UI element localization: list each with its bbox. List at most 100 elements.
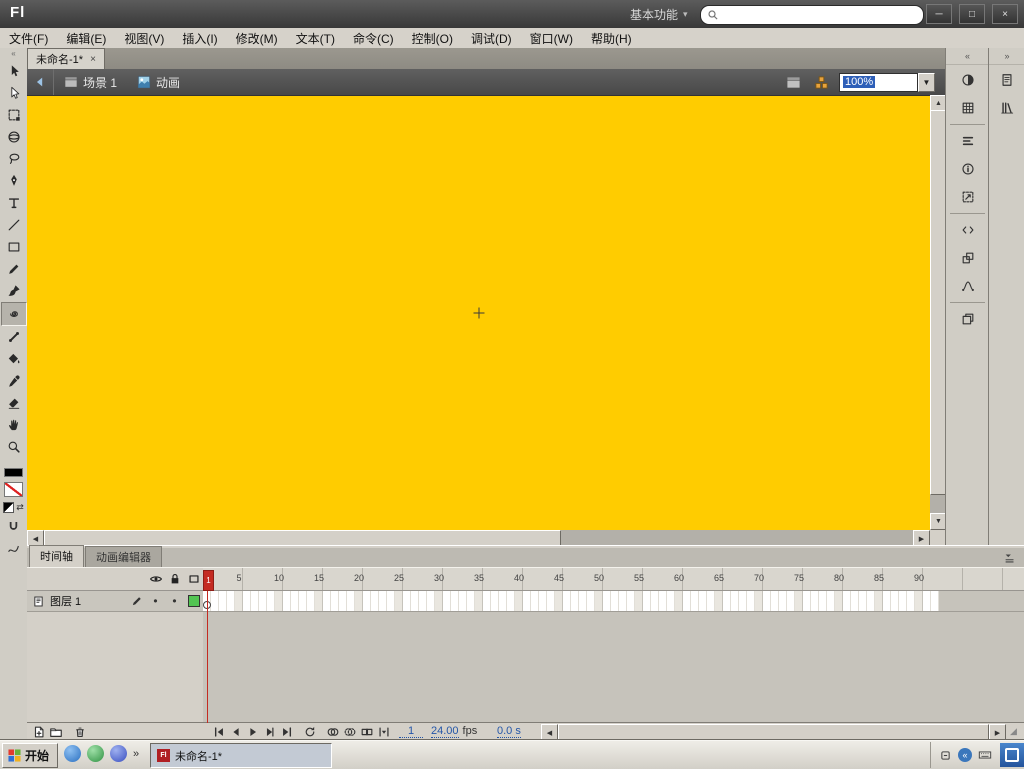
modify-markers-button[interactable] (376, 724, 392, 739)
frame-cell[interactable] (219, 591, 227, 611)
frame-cell[interactable] (739, 591, 747, 611)
frame-cell[interactable] (523, 591, 531, 611)
search-input[interactable] (723, 7, 917, 23)
document-tab[interactable]: 未命名-1* × (27, 48, 105, 69)
frame-cell[interactable] (707, 591, 715, 611)
frame-cell[interactable] (267, 591, 275, 611)
frame-cell[interactable] (931, 591, 939, 611)
frame-cell[interactable] (411, 591, 419, 611)
expand-dock-icon[interactable]: » (989, 48, 1024, 65)
snap-to-objects-button[interactable] (4, 518, 24, 535)
motion-presets-panel-icon[interactable] (954, 273, 982, 299)
frame-cell[interactable] (291, 591, 299, 611)
eye-icon[interactable] (146, 568, 165, 590)
frame-cell[interactable] (299, 591, 307, 611)
current-frame-value[interactable]: 1 (399, 725, 423, 738)
frame-cell[interactable] (715, 591, 723, 611)
frame-cell[interactable] (227, 591, 235, 611)
lasso-tool[interactable] (2, 148, 26, 170)
menu-item[interactable]: 控制(O) (403, 28, 462, 49)
menu-item[interactable]: 命令(C) (344, 28, 403, 49)
stroke-color-swatch[interactable] (4, 468, 23, 477)
frame-cell[interactable] (819, 591, 827, 611)
menu-item[interactable]: 视图(V) (115, 28, 173, 49)
frame-cell[interactable] (515, 591, 523, 611)
frame-cell[interactable] (659, 591, 667, 611)
tray-app-icon[interactable] (937, 747, 953, 763)
breadcrumb-scene[interactable]: 场景 1 (54, 74, 127, 91)
frame-cell[interactable] (787, 591, 795, 611)
menu-item[interactable]: 修改(M) (227, 28, 287, 49)
frame-cell[interactable] (475, 591, 483, 611)
frame-cell[interactable] (835, 591, 843, 611)
color-panel-icon[interactable] (954, 67, 982, 93)
frame-cell[interactable] (539, 591, 547, 611)
start-button[interactable]: 开始 (2, 743, 59, 768)
pen-tool[interactable] (2, 170, 26, 192)
frame-cell[interactable] (651, 591, 659, 611)
frame-cell[interactable] (251, 591, 259, 611)
scroll-left-icon[interactable]: ◀ (541, 724, 558, 741)
language-bar-icon[interactable] (1000, 743, 1024, 767)
frame-cell[interactable] (307, 591, 315, 611)
onion-skin-button[interactable] (325, 724, 341, 739)
minimize-button[interactable]: ─ (926, 4, 952, 24)
frame-cell[interactable] (595, 591, 603, 611)
frame-cell[interactable] (683, 591, 691, 611)
layer-name[interactable]: 图层 1 (45, 593, 127, 609)
frame-cell[interactable] (763, 591, 771, 611)
stage-vertical-scrollbar[interactable]: ▲ ▼ (930, 95, 947, 530)
transform-panel-icon[interactable] (954, 184, 982, 210)
close-tab-icon[interactable]: × (90, 54, 96, 65)
frame-cell[interactable] (611, 591, 619, 611)
menu-item[interactable]: 插入(I) (173, 28, 226, 49)
frame-cell[interactable] (283, 591, 291, 611)
goto-first-frame-button[interactable] (211, 724, 227, 739)
frame-cell[interactable] (363, 591, 371, 611)
code-snippets-panel-icon[interactable] (954, 217, 982, 243)
layer-outline-color[interactable] (184, 591, 203, 611)
frame-cell[interactable] (347, 591, 355, 611)
frame-cell[interactable] (827, 591, 835, 611)
scroll-right-icon[interactable]: ▶ (989, 724, 1006, 741)
frame-cell[interactable] (579, 591, 587, 611)
text-tool[interactable] (2, 192, 26, 214)
line-tool[interactable] (2, 214, 26, 236)
timeline-horizontal-scrollbar[interactable]: ◀ ▶ (541, 724, 1006, 741)
restore-button[interactable]: □ (959, 4, 985, 24)
frame-cell[interactable] (747, 591, 755, 611)
frame-cell[interactable] (315, 591, 323, 611)
layer-visibility-dot[interactable]: • (146, 591, 165, 611)
breadcrumb-symbol[interactable]: 动画 (127, 74, 190, 91)
stage-canvas[interactable] (27, 95, 930, 530)
tab-timeline[interactable]: 时间轴 (29, 545, 84, 567)
free-transform-tool[interactable] (2, 104, 26, 126)
frame-cell[interactable] (467, 591, 475, 611)
quick-launch-1-icon[interactable] (64, 745, 81, 762)
swap-colors-button[interactable]: ⇄ (16, 502, 24, 513)
brush-tool[interactable] (2, 280, 26, 302)
frame-cell[interactable] (619, 591, 627, 611)
frame-cell[interactable] (803, 591, 811, 611)
frame-rate[interactable]: 24.00 fps (431, 725, 477, 738)
delete-layer-button[interactable] (72, 724, 88, 739)
frame-cell[interactable] (459, 591, 467, 611)
frame-cell[interactable] (795, 591, 803, 611)
step-back-button[interactable] (228, 724, 244, 739)
frame-cell[interactable] (355, 591, 363, 611)
properties-panel-icon[interactable] (993, 67, 1021, 93)
timeline-ruler[interactable]: 1 5 10 15 20 25 30 35 40 45 50 55 60 65 70 75 80 85 90 (203, 568, 1024, 591)
eraser-tool[interactable] (2, 392, 26, 414)
frame-cell[interactable] (419, 591, 427, 611)
frame-rate-value[interactable]: 24.00 (431, 725, 459, 738)
frame-cell[interactable] (899, 591, 907, 611)
zoom-tool[interactable] (2, 436, 26, 458)
pencil-tool[interactable] (2, 258, 26, 280)
layer-lock-dot[interactable]: • (165, 591, 184, 611)
deco-tool[interactable] (0, 302, 27, 326)
zoom-level-input[interactable]: 100% (839, 72, 918, 92)
frame-cell[interactable] (563, 591, 571, 611)
frame-cell[interactable] (891, 591, 899, 611)
frame-cell[interactable] (635, 591, 643, 611)
zoom-dropdown-icon[interactable]: ▼ (918, 72, 935, 92)
